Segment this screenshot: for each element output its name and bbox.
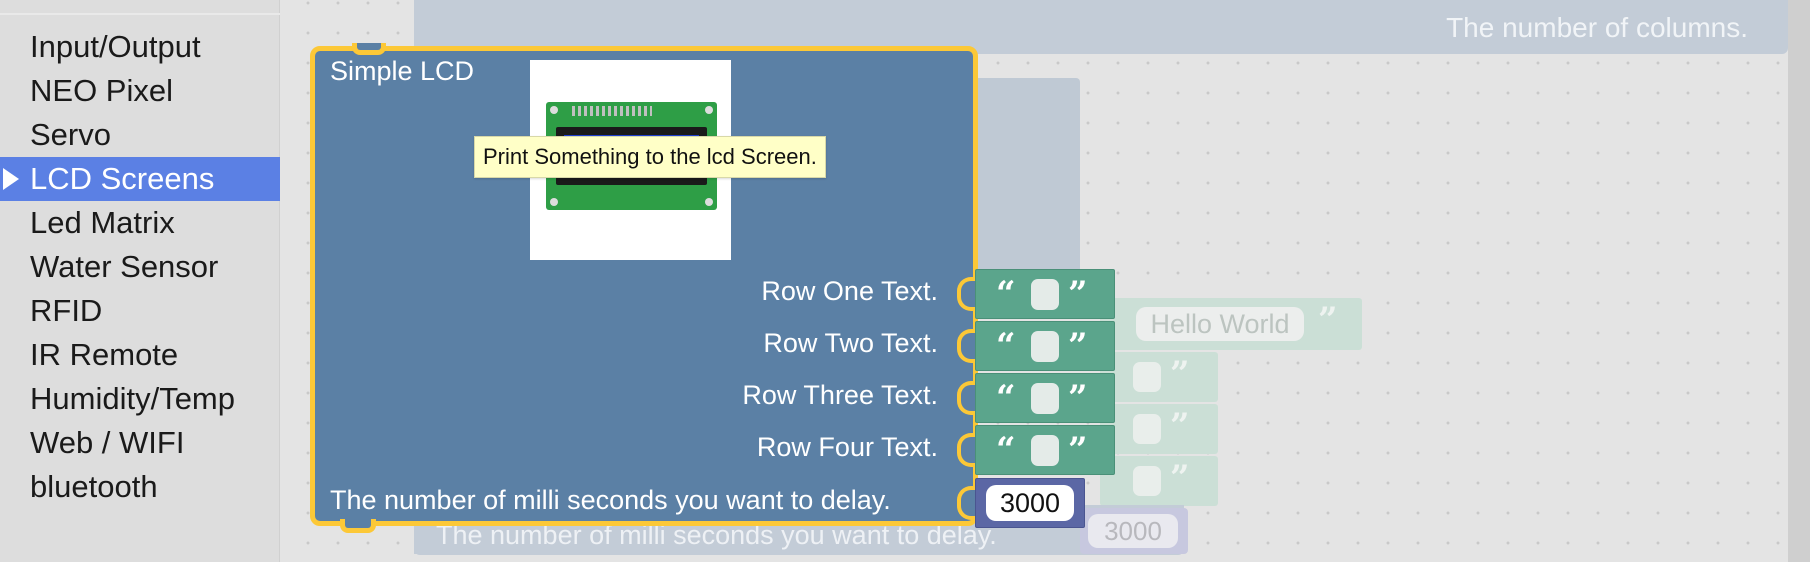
row-four-label: Row Four Text. [756, 432, 938, 462]
open-quote-icon: “ [996, 378, 1016, 418]
delay-label: The number of milli seconds you want to … [330, 485, 891, 515]
background-hello-field: Hello World [1136, 307, 1304, 341]
close-quote-icon: ” [1068, 378, 1088, 418]
background-quote-close: ” [1170, 354, 1190, 394]
triangle-right-icon [3, 168, 19, 190]
category-label: Web / WIFI [30, 425, 185, 460]
row-four-text-block[interactable]: “ ” [975, 425, 1115, 475]
pin-header [572, 106, 652, 116]
row-one-text-field[interactable] [1031, 279, 1059, 310]
mount-hole [705, 106, 713, 114]
input-socket [957, 329, 977, 363]
block-previous-connector [352, 43, 386, 55]
background-text-field [1133, 466, 1161, 496]
row-two-text-block[interactable]: “ ” [975, 321, 1115, 371]
category-bluetooth[interactable]: bluetooth [0, 465, 280, 509]
category-water-sensor[interactable]: Water Sensor [0, 245, 280, 289]
category-label: RFID [30, 293, 103, 328]
category-web-wifi[interactable]: Web / WIFI [0, 421, 280, 465]
workspace-scrollbar[interactable] [1788, 0, 1810, 562]
open-quote-icon: “ [996, 274, 1016, 314]
mount-hole [705, 198, 713, 206]
close-quote-icon: ” [1068, 274, 1088, 314]
background-text-field [1133, 362, 1161, 392]
row-three-text-field[interactable] [1031, 383, 1059, 414]
delay-number-block[interactable]: 3000 [975, 478, 1085, 528]
row-three-text-block[interactable]: “ ” [975, 373, 1115, 423]
background-text-field [1133, 414, 1161, 444]
category-rfid[interactable]: RFID [0, 289, 280, 333]
row-two-label: Row Two Text. [763, 328, 938, 358]
delay-number-field[interactable]: 3000 [986, 485, 1074, 521]
row-three-label: Row Three Text. [742, 380, 938, 410]
category-label: Led Matrix [30, 205, 175, 240]
block-title: Simple LCD [330, 56, 475, 86]
input-socket [957, 486, 977, 520]
background-quote-close: ” [1170, 406, 1190, 446]
toolbox-divider [0, 13, 280, 15]
category-label: Humidity/Temp [30, 381, 235, 416]
input-socket [957, 381, 977, 415]
block-next-connector [340, 519, 376, 533]
category-label: NEO Pixel [30, 73, 173, 108]
category-label: LCD Screens [30, 161, 215, 196]
row-one-label: Row One Text. [761, 276, 938, 306]
category-label: Water Sensor [30, 249, 219, 284]
input-socket [957, 277, 977, 311]
category-servo[interactable]: Servo [0, 113, 280, 157]
row-one-text-block[interactable]: “ ” [975, 269, 1115, 319]
category-neo-pixel[interactable]: NEO Pixel [0, 69, 280, 113]
category-led-matrix[interactable]: Led Matrix [0, 201, 280, 245]
toolbox-sidebar: Input/Output NEO Pixel Servo LCD Screens… [0, 0, 280, 562]
category-humidity-temp[interactable]: Humidity/Temp [0, 377, 280, 421]
background-quote-close: ” [1170, 458, 1190, 498]
close-quote-icon: ” [1068, 326, 1088, 366]
category-label: bluetooth [30, 469, 158, 504]
category-input-output[interactable]: Input/Output [0, 25, 280, 69]
mount-hole [550, 106, 558, 114]
open-quote-icon: “ [996, 326, 1016, 366]
category-ir-remote[interactable]: IR Remote [0, 333, 280, 377]
background-quote-close: ” [1318, 300, 1338, 340]
category-label: Input/Output [30, 29, 201, 64]
category-label: Servo [30, 117, 111, 152]
block-tooltip: Print Something to the lcd Screen. [474, 136, 826, 178]
mount-hole [550, 198, 558, 206]
background-columns-label: The number of columns. [1446, 12, 1748, 43]
background-delay-value: 3000 [1088, 514, 1178, 548]
close-quote-icon: ” [1068, 430, 1088, 470]
category-lcd-screens[interactable]: LCD Screens [0, 157, 280, 201]
input-socket [957, 433, 977, 467]
category-label: IR Remote [30, 337, 179, 372]
row-two-text-field[interactable] [1031, 331, 1059, 362]
open-quote-icon: “ [996, 430, 1016, 470]
row-four-text-field[interactable] [1031, 435, 1059, 466]
